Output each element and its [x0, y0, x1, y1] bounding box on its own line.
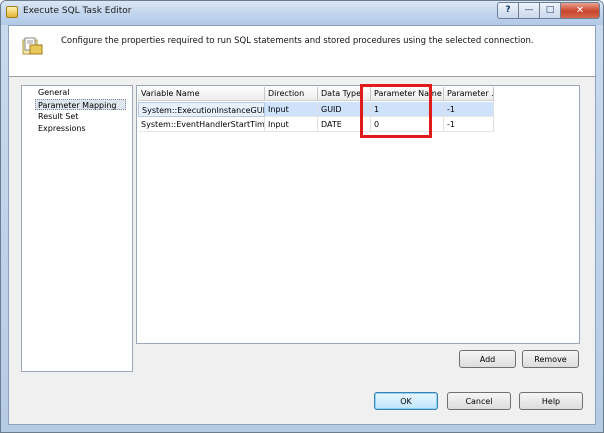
nav-list: General Parameter Mapping Result Set Exp… — [21, 85, 133, 372]
title-bar[interactable]: Execute SQL Task Editor ? — □ ✕ — [1, 1, 603, 25]
cell-parameter-size[interactable]: -1 — [444, 102, 494, 117]
cell-variable-name[interactable]: System::EventHandlerStartTime — [138, 117, 265, 132]
nav-item-expressions[interactable]: Expressions — [36, 123, 88, 134]
dialog-client: Configure the properties required to run… — [8, 25, 596, 425]
remove-button[interactable]: Remove — [522, 350, 579, 368]
cell-variable-name[interactable]: System::ExecutionInstanceGUID — [138, 102, 265, 117]
table-row[interactable]: System::EventHandlerStartTime Input DATE… — [138, 117, 494, 132]
help-icon[interactable]: ? — [497, 2, 519, 19]
minimize-icon[interactable]: — — [518, 2, 540, 19]
ok-button[interactable]: OK — [374, 392, 438, 410]
app-icon — [6, 6, 18, 18]
column-header-variable-name[interactable]: Variable Name — [138, 87, 265, 101]
nav-item-parameter-mapping[interactable]: Parameter Mapping — [35, 99, 126, 110]
dialog-window: Execute SQL Task Editor ? — □ ✕ Configur… — [0, 0, 604, 433]
window-title: Execute SQL Task Editor — [23, 6, 132, 16]
help-button[interactable]: Help — [519, 392, 583, 410]
cell-parameter-size[interactable]: -1 — [444, 117, 494, 132]
parameter-grid: Variable Name Direction Data Type Parame… — [136, 85, 580, 344]
header-panel: Configure the properties required to run… — [9, 26, 595, 77]
table-row[interactable]: System::ExecutionInstanceGUID Input GUID… — [138, 102, 494, 117]
add-button[interactable]: Add — [459, 350, 516, 368]
header-description: Configure the properties required to run… — [61, 36, 534, 46]
cell-direction[interactable]: Input — [265, 117, 318, 132]
column-header-parameter-size[interactable]: Parameter ... — [444, 87, 494, 101]
column-header-direction[interactable]: Direction — [265, 87, 318, 101]
task-icon — [22, 37, 43, 55]
cancel-button[interactable]: Cancel — [447, 392, 511, 410]
maximize-icon[interactable]: □ — [539, 2, 561, 19]
nav-item-result-set[interactable]: Result Set — [36, 111, 80, 122]
cell-direction[interactable]: Input — [265, 102, 318, 117]
close-icon[interactable]: ✕ — [560, 2, 600, 19]
annotation-highlight-box — [360, 84, 432, 138]
nav-item-general[interactable]: General — [36, 87, 72, 98]
